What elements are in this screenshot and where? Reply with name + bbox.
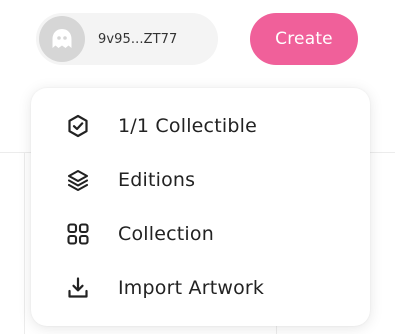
menu-item-collection[interactable]: Collection	[65, 214, 355, 254]
background-divider	[24, 153, 25, 334]
menu-item-label: 1/1 Collectible	[118, 115, 257, 137]
menu-item-editions[interactable]: Editions	[65, 160, 355, 200]
ghost-avatar-icon	[39, 16, 85, 62]
create-button[interactable]: Create	[250, 13, 358, 65]
menu-item-collectible[interactable]: 1/1 Collectible	[65, 106, 355, 146]
menu-item-label: Editions	[118, 169, 196, 191]
wallet-button[interactable]: 9v95...ZT77	[36, 13, 218, 65]
menu-item-label: Import Artwork	[118, 277, 265, 299]
page: 9v95...ZT77 Create 1/1 Collectible Editi…	[0, 0, 395, 334]
shield-check-icon	[65, 113, 91, 139]
wallet-address: 9v95...ZT77	[98, 31, 178, 47]
grid-icon	[65, 221, 91, 247]
download-icon	[65, 275, 91, 301]
layers-icon	[65, 167, 91, 193]
menu-item-label: Collection	[118, 223, 214, 245]
create-dropdown-menu: 1/1 Collectible Editions Collection Impo…	[31, 88, 370, 326]
menu-item-import-artwork[interactable]: Import Artwork	[65, 268, 355, 308]
